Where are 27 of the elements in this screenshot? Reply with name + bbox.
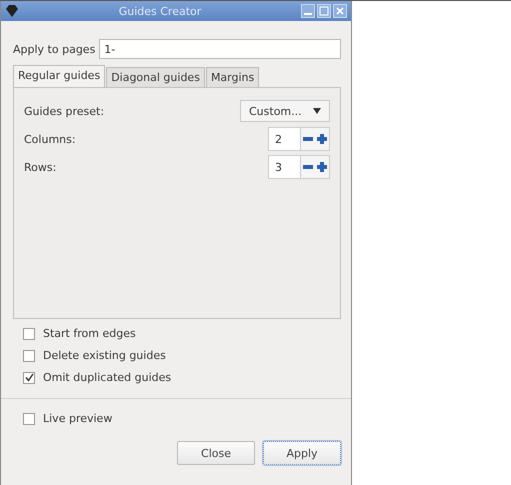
close-button[interactable]: Close [177,441,255,465]
maximize-icon[interactable] [317,4,331,18]
checkbox[interactable] [23,350,35,362]
tab[interactable]: Diagonal guides [106,67,205,87]
preset-label: Guides preset: [24,104,104,118]
caret-icon [313,108,321,114]
spinner-label: Rows: [24,160,56,174]
minimize-icon[interactable] [301,4,315,18]
checkbox[interactable] [23,328,35,340]
diamond-icon [5,5,19,17]
field-label: Apply to pages [13,42,96,56]
tab[interactable]: Regular guides [13,65,106,87]
checkbox-label: Delete existing guides [43,349,166,362]
checkbox[interactable] [23,412,35,424]
number-input[interactable]: 2 [269,128,301,150]
close-icon[interactable] [333,4,347,18]
pages-input[interactable]: 1- [99,39,341,59]
spinner-label: Columns: [24,132,76,146]
checkbox-label: Live preview [43,412,112,425]
preset-dropdown[interactable]: Custom... [240,100,330,122]
checkbox[interactable] [23,372,35,384]
window-title: Guides Creator [118,4,202,18]
checkbox-label: Start from edges [43,327,136,340]
tab[interactable]: Margins [206,67,260,87]
checkbox-label: Omit duplicated guides [43,371,172,384]
number-input[interactable]: 3 [269,156,301,178]
apply-button[interactable]: Apply [263,441,341,465]
